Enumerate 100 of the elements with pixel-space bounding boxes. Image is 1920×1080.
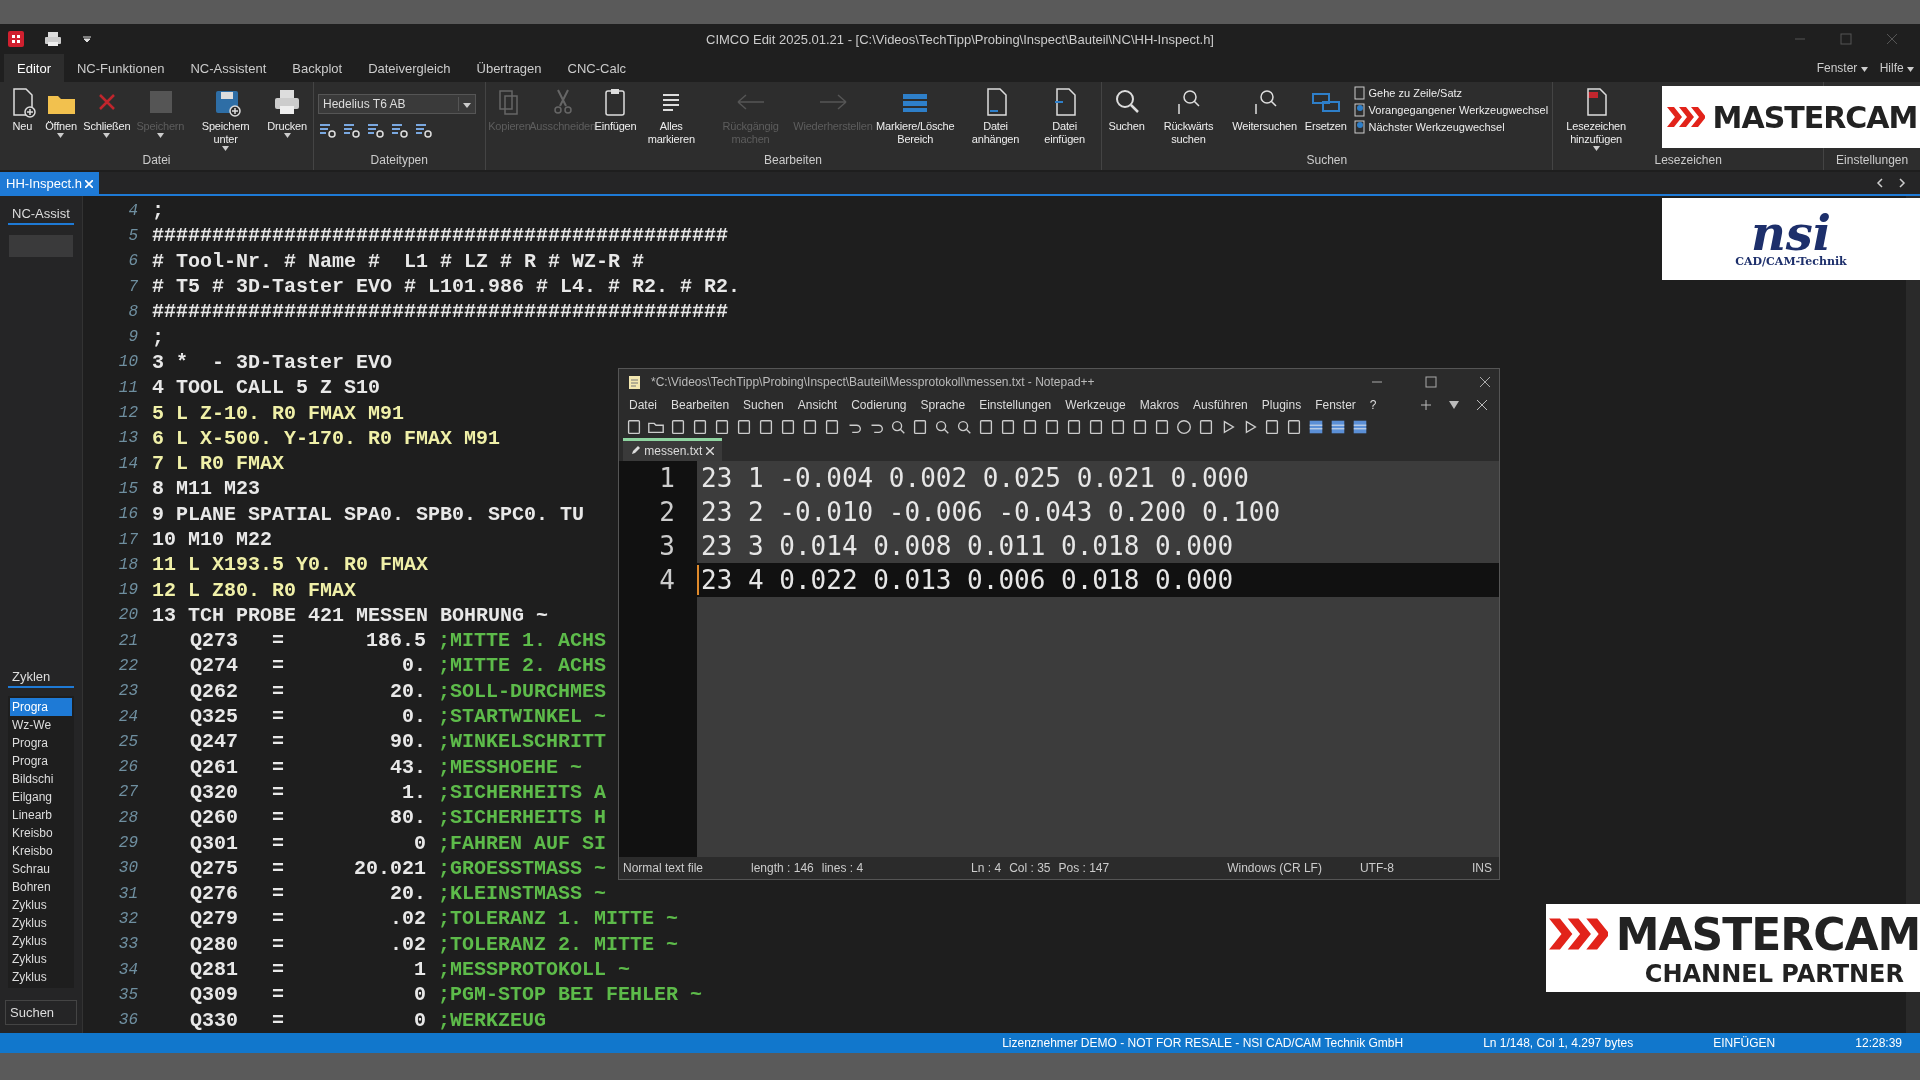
- menu-item[interactable]: Werkzeuge: [1059, 398, 1132, 412]
- status-text: UTF-8: [1358, 861, 1395, 875]
- panel-tab[interactable]: NC-Assist: [8, 204, 74, 225]
- ribbon-button[interactable]: Speichern unter: [188, 86, 264, 151]
- cycle-item[interactable]: Wz-We: [10, 716, 72, 734]
- code-text: 0: [413, 983, 426, 1007]
- menu-dropdown[interactable]: Hilfe: [1873, 54, 1920, 82]
- code-text: Q281: [190, 958, 239, 982]
- code-text: Q309: [190, 983, 239, 1007]
- ribbon-link[interactable]: Nächster Werkzeugwechsel: [1351, 120, 1549, 134]
- menu-item[interactable]: ?: [1363, 398, 1383, 412]
- app-logo-icon: [8, 31, 24, 47]
- file-type-icon[interactable]: [390, 122, 408, 138]
- cycle-item[interactable]: Progra: [10, 734, 72, 752]
- ribbon-button[interactable]: Datei einfügen: [1032, 86, 1097, 146]
- code-comment: ;FAHREN AUF SI: [438, 831, 607, 855]
- ribbon-button[interactable]: Datei anhängen: [960, 86, 1031, 146]
- ribbon-button[interactable]: Rückwärts suchen: [1149, 86, 1228, 146]
- cycle-item[interactable]: Zyklus: [10, 950, 72, 968]
- nsi-logo: nsi CAD/CAM-Technik: [1662, 198, 1920, 280]
- menu-item[interactable]: Makros: [1133, 398, 1186, 412]
- ribbon-button[interactable]: Lesezeichen hinzufügen: [1557, 86, 1636, 151]
- cycle-item[interactable]: Progra: [10, 752, 72, 770]
- cycle-item[interactable]: Linearb: [10, 806, 72, 824]
- menu-item[interactable]: Einstellungen: [973, 398, 1058, 412]
- ribbon-tab[interactable]: NC-Funktionen: [63, 54, 178, 82]
- code-text: 12 L Z80. R0 FMAX: [152, 578, 357, 602]
- file-type-icon[interactable]: [318, 122, 336, 138]
- ribbon-tab[interactable]: Backplot: [279, 54, 356, 82]
- ribbon-button[interactable]: Öffnen: [42, 86, 80, 138]
- cycle-item[interactable]: Zyklus: [10, 914, 72, 932]
- cycle-item[interactable]: Zyklus: [10, 896, 72, 914]
- chevron-left-icon[interactable]: [1876, 178, 1884, 188]
- menu-item[interactable]: Bearbeiten: [665, 398, 736, 412]
- ribbon-button[interactable]: Markiere/Lösche Bereich: [872, 86, 959, 146]
- menu-item[interactable]: Fenster: [1309, 398, 1362, 412]
- code-text: =: [272, 730, 285, 754]
- ribbon-button[interactable]: Weitersuchen: [1229, 86, 1300, 133]
- ribbon-tab[interactable]: NC-Assistent: [177, 54, 280, 82]
- ribbon-link[interactable]: Gehe zu Zeile/Satz: [1351, 86, 1549, 100]
- machine-dropdown[interactable]: Hedelius T6 AB: [318, 94, 476, 114]
- zoom-in-icon[interactable]: [933, 418, 951, 436]
- menu-item[interactable]: Suchen: [737, 398, 790, 412]
- menu-item[interactable]: Sprache: [914, 398, 972, 412]
- menu-item[interactable]: Codierung: [845, 398, 913, 412]
- ribbon-button[interactable]: Schließen: [81, 86, 133, 138]
- line-number: 17: [117, 530, 139, 549]
- ribbon-button[interactable]: Einfügen: [595, 86, 636, 133]
- panel-tab[interactable]: Zyklen: [8, 667, 74, 688]
- code-comment: ;SICHERHEITS A: [438, 780, 607, 804]
- menu-item[interactable]: Ausführen: [1187, 398, 1254, 412]
- search-icon[interactable]: [889, 418, 907, 436]
- plus-icon[interactable]: [1421, 400, 1431, 410]
- ribbon-button[interactable]: Suchen: [1105, 86, 1148, 133]
- file-type-icon[interactable]: [414, 122, 432, 138]
- cycle-item[interactable]: Zyklus: [10, 932, 72, 950]
- file-tab[interactable]: messen.txt: [623, 438, 722, 461]
- ribbon-button[interactable]: Neu: [4, 86, 41, 133]
- cycle-item[interactable]: Schrau: [10, 860, 72, 878]
- line-number: 31: [117, 884, 139, 903]
- code-text: =: [272, 932, 285, 956]
- dropdown-arrow-icon[interactable]: [1449, 400, 1459, 410]
- menu-item[interactable]: Plugins: [1255, 398, 1308, 412]
- menu-dropdown[interactable]: Fenster: [1810, 54, 1874, 82]
- file-type-icon[interactable]: [342, 122, 360, 138]
- cycle-item[interactable]: Zyklus: [10, 968, 72, 986]
- document-tab[interactable]: HH-Inspect.h: [0, 172, 100, 194]
- code-comment: ;PGM-STOP BEI FEHLER ~: [438, 983, 703, 1007]
- ribbon-button[interactable]: Ersetzen: [1301, 86, 1350, 133]
- chevron-right-icon[interactable]: [1898, 178, 1906, 188]
- record-icon[interactable]: [1175, 418, 1193, 436]
- ribbon-tab[interactable]: CNC-Calc: [554, 54, 640, 82]
- status-text: Ln : 4: [970, 861, 1003, 875]
- status-text: Normal text file: [622, 861, 705, 875]
- search-button[interactable]: Suchen: [5, 1000, 77, 1025]
- dropdown-caret-icon[interactable]: [82, 35, 92, 43]
- ribbon-button[interactable]: Drucken: [265, 86, 310, 138]
- cycle-item[interactable]: Eilgang: [10, 788, 72, 806]
- file-type-icon[interactable]: [366, 122, 384, 138]
- menu-item[interactable]: Ansicht: [791, 398, 844, 412]
- code-text: ################################################: [152, 300, 729, 324]
- ribbon-button[interactable]: Alles markieren: [637, 86, 706, 146]
- ribbon-tab[interactable]: Dateivergleich: [355, 54, 464, 82]
- code-text: 1.: [401, 780, 426, 804]
- cycle-item[interactable]: Bohren: [10, 878, 72, 896]
- code-text: =: [272, 1008, 285, 1032]
- ribbon-tab[interactable]: Übertragen: [463, 54, 555, 82]
- status-text: Windows (CR LF): [1226, 861, 1323, 875]
- cycle-item[interactable]: Bildschi: [10, 770, 72, 788]
- ribbon-link[interactable]: Vorangegangener Werkzeugwechsel: [1351, 103, 1549, 117]
- zoom-out-icon[interactable]: [955, 418, 973, 436]
- cycle-item[interactable]: Progra: [10, 698, 72, 716]
- printer-icon[interactable]: [44, 31, 62, 47]
- menu-item[interactable]: Datei: [623, 398, 663, 412]
- cycle-item[interactable]: Kreisbo: [10, 824, 72, 842]
- cycle-item[interactable]: Kreisbo: [10, 842, 72, 860]
- maximize-icon[interactable]: [1425, 376, 1437, 388]
- code-text: Q280: [190, 932, 239, 956]
- code-text: 11 L X193.5 Y0. R0 FMAX: [152, 553, 429, 577]
- ribbon-tab[interactable]: Editor: [4, 54, 64, 82]
